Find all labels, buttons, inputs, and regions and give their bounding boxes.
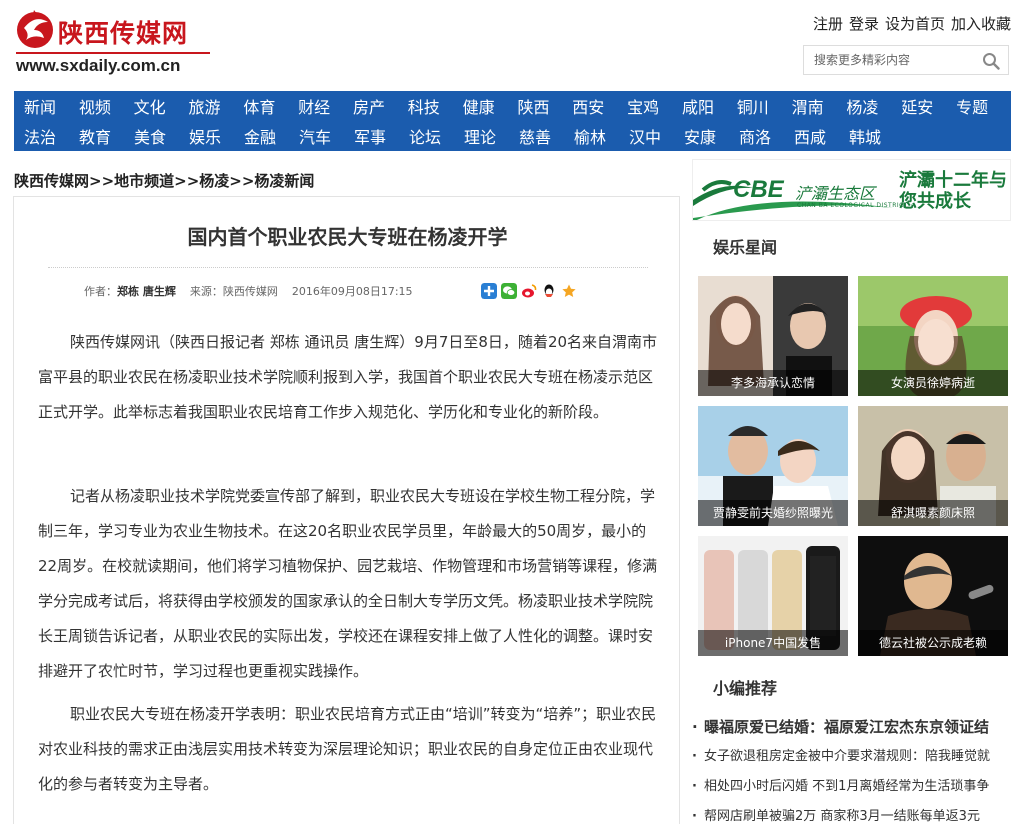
ent-caption: 女演员徐婷病逝: [858, 370, 1008, 396]
nav-item[interactable]: 西安: [572, 94, 627, 118]
article-title: 国内首个职业农民大专班在杨凌开学: [187, 225, 508, 249]
nav-item[interactable]: 新闻: [24, 94, 79, 118]
share-buttons: [481, 283, 577, 299]
nav-item[interactable]: 财经: [298, 94, 353, 118]
list-item[interactable]: 相处四小时后闪婚 不到1月离婚经常为生活琐事争: [692, 772, 1011, 802]
nav-item[interactable]: 法治: [24, 124, 79, 148]
nav-item[interactable]: 旅游: [188, 94, 243, 118]
nav-item[interactable]: 金融: [244, 124, 299, 148]
list-item[interactable]: 帮网店刷单被骗2万 商家称3月一结账每单返3元: [692, 802, 1011, 824]
nav-item[interactable]: 理论: [464, 124, 519, 148]
nav-item[interactable]: 专题: [956, 94, 1011, 118]
site-brand-name: 陕西传媒网: [58, 19, 189, 48]
article-source: 来源：陕西传媒网: [189, 285, 278, 298]
nav-item[interactable]: 渭南: [792, 94, 847, 118]
nav-item[interactable]: 视频: [79, 94, 134, 118]
nav-item[interactable]: 教育: [79, 124, 134, 148]
nav-item[interactable]: 汽车: [299, 124, 354, 148]
search-input[interactable]: [804, 46, 974, 74]
search-icon[interactable]: [982, 52, 1000, 70]
nav-item[interactable]: 西咸: [794, 124, 849, 148]
entertainment-section-title: 娱乐星闻: [713, 238, 778, 257]
logo-emblem-icon: [17, 10, 53, 48]
login-link[interactable]: 登录: [849, 15, 879, 33]
nav-item[interactable]: 延安: [901, 94, 956, 118]
breadcrumb[interactable]: 陕西传媒网>>地市频道>>杨凌>>杨凌新闻: [14, 170, 314, 191]
article-paragraph: 记者从杨凌职业技术学院党委宣传部了解到，职业农民大专班设在学校生物工程分院，学制…: [38, 487, 658, 680]
ent-thumb[interactable]: 舒淇曝素颜床照: [858, 406, 1008, 526]
nav-row-2: 法治 教育 美食 娱乐 金融 汽车 军事 论坛 理论 慈善 榆林 汉中 安康 商洛 西咸 韩城: [14, 121, 1011, 151]
ent-thumb[interactable]: 贾静雯前夫婚纱照曝光: [698, 406, 848, 526]
article-meta: 作者：郑栋 唐生辉 来源：陕西传媒网 2016年09月08日17:15: [84, 283, 413, 299]
editor-picks-title: 小编推荐: [713, 679, 778, 698]
ent-caption: 舒淇曝素颜床照: [858, 500, 1008, 526]
nav-item[interactable]: 商洛: [739, 124, 794, 148]
nav-item[interactable]: 娱乐: [189, 124, 244, 148]
nav-item[interactable]: 科技: [408, 94, 463, 118]
nav-item[interactable]: 咸阳: [682, 94, 737, 118]
ent-caption: iPhone7中国发售: [698, 630, 848, 656]
article-panel: 国内首个职业农民大专班在杨凌开学 作者：郑栋 唐生辉 来源：陕西传媒网 2016年0…: [13, 196, 680, 824]
author-label: 作者：: [84, 285, 117, 298]
ent-caption: 贾静雯前夫婚纱照曝光: [698, 500, 848, 526]
nav-item[interactable]: 文化: [134, 94, 189, 118]
banner-slogan: 浐灞十二年与您共成长: [899, 170, 1007, 212]
chanba-banner-ad[interactable]: CBE 浐灞生态区 CHAN BA ECOLOGICAL DISTRICT 浐灞…: [692, 159, 1011, 221]
nav-item[interactable]: 汉中: [629, 124, 684, 148]
qq-icon[interactable]: [541, 283, 557, 299]
article-date: 2016年09月08日17:15: [291, 285, 413, 298]
top-links: 注册 登录 设为首页 加入收藏: [807, 13, 1011, 34]
nav-item[interactable]: 慈善: [519, 124, 574, 148]
ent-thumb[interactable]: iPhone7中国发售: [698, 536, 848, 656]
main-nav: 新闻 视频 文化 旅游 体育 财经 房产 科技 健康 陕西 西安 宝鸡 咸阳 铜川 渭南 杨凌 延安 专题 法治教…: [14, 91, 1011, 151]
nav-item[interactable]: 健康: [463, 94, 518, 118]
title-divider: [48, 267, 648, 268]
favorite-star-icon[interactable]: [561, 283, 577, 299]
nav-item[interactable]: 陕西: [517, 94, 572, 118]
nav-item[interactable]: 韩城: [849, 124, 904, 148]
site-logo[interactable]: 陕西传媒网 www.sxdaily.com.cn: [14, 6, 214, 80]
search-box: [803, 45, 1009, 75]
site-url: www.sxdaily.com.cn: [16, 56, 181, 75]
article-paragraph: 陕西传媒网讯（陕西日报记者 郑栋 通讯员 唐生辉）9月7日至8日，随着20名来自…: [38, 333, 658, 421]
nav-item[interactable]: 体育: [243, 94, 298, 118]
register-link[interactable]: 注册: [813, 15, 843, 33]
nav-item[interactable]: 铜川: [737, 94, 792, 118]
logo-divider: [16, 52, 210, 54]
banner-logo-text: CBE: [733, 176, 784, 203]
ent-thumb[interactable]: 女演员徐婷病逝: [858, 276, 1008, 396]
nav-item[interactable]: 榆林: [574, 124, 629, 148]
ent-thumb[interactable]: 德云社被公示成老赖: [858, 536, 1008, 656]
nav-item[interactable]: 军事: [354, 124, 409, 148]
list-item[interactable]: 女子欲退租房定金被中介要求潜规则：陪我睡觉就: [692, 742, 1011, 772]
share-plus-icon[interactable]: [481, 283, 497, 299]
author-name: 郑栋 唐生辉: [117, 285, 176, 298]
wechat-icon[interactable]: [501, 283, 517, 299]
ent-caption: 德云社被公示成老赖: [858, 630, 1008, 656]
ent-thumb[interactable]: 李多海承认恋情: [698, 276, 848, 396]
nav-item[interactable]: 杨凌: [846, 94, 901, 118]
nav-item[interactable]: 论坛: [409, 124, 464, 148]
article-paragraph: 职业农民大专班在杨凌开学表明：职业农民培育方式正由“培训”转变为“培养”；职业农…: [38, 705, 657, 793]
editor-picks-list: 曝福原爱已结婚：福原爱江宏杰东京领证结 女子欲退租房定金被中介要求潜规则：陪我睡…: [692, 712, 1011, 824]
set-homepage-link[interactable]: 设为首页: [885, 15, 945, 33]
nav-item[interactable]: 宝鸡: [627, 94, 682, 118]
nav-item[interactable]: 美食: [134, 124, 189, 148]
list-item[interactable]: 曝福原爱已结婚：福原爱江宏杰东京领证结: [692, 712, 1011, 742]
weibo-icon[interactable]: [521, 283, 537, 299]
add-favorite-link[interactable]: 加入收藏: [951, 15, 1011, 33]
banner-zone-name: 浐灞生态区: [795, 184, 876, 203]
ent-caption: 李多海承认恋情: [698, 370, 848, 396]
nav-row-1: 新闻 视频 文化 旅游 体育 财经 房产 科技 健康 陕西 西安 宝鸡 咸阳 铜川 渭南 杨凌 延安 专题: [14, 91, 1011, 121]
nav-item[interactable]: 房产: [353, 94, 408, 118]
nav-item[interactable]: 安康: [684, 124, 739, 148]
banner-english-name: CHAN BA ECOLOGICAL DISTRICT: [797, 202, 909, 209]
